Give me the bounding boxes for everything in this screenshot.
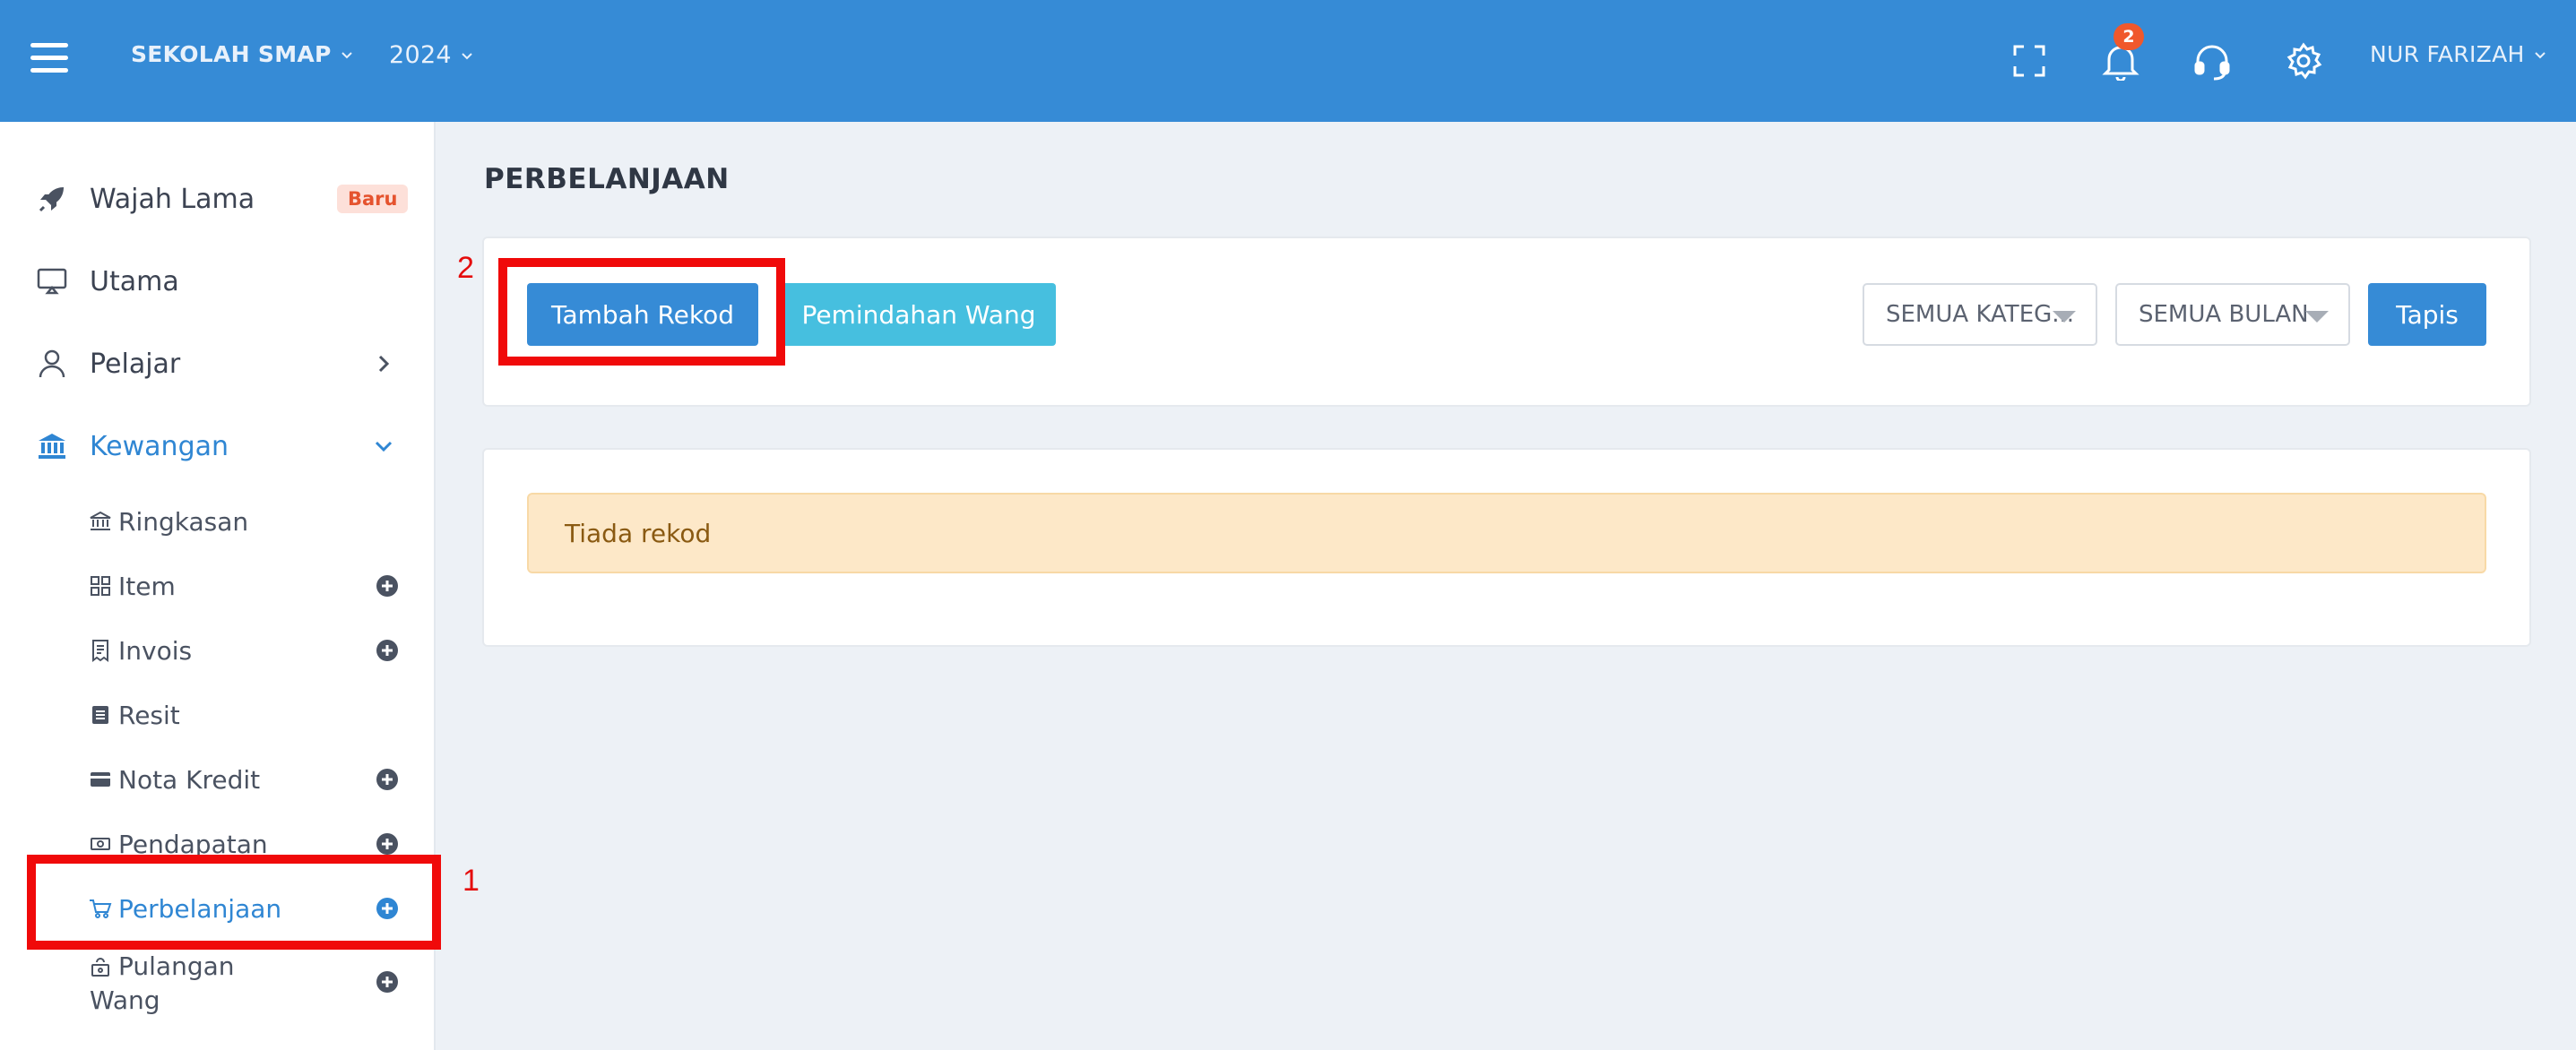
cash-icon bbox=[88, 831, 113, 856]
grid-icon bbox=[88, 573, 113, 598]
school-selector[interactable]: SEKOLAH SMAP bbox=[131, 41, 353, 67]
sidebar-subitem-ringkasan[interactable]: Ringkasan bbox=[0, 495, 436, 548]
sidebar-item-wajah-lama[interactable]: Wajah Lama Baru bbox=[0, 163, 436, 235]
monitor-icon bbox=[36, 265, 68, 297]
plus-circle-icon[interactable] bbox=[375, 573, 400, 598]
new-badge: Baru bbox=[337, 185, 409, 213]
plus-circle-icon[interactable] bbox=[375, 831, 400, 856]
menu-icon[interactable] bbox=[30, 43, 68, 73]
filter-button[interactable]: Tapis bbox=[2368, 283, 2486, 346]
empty-records-alert: Tiada rekod bbox=[527, 493, 2486, 573]
sidebar-subitem-invois[interactable]: Invois bbox=[0, 624, 436, 677]
chevron-down-icon bbox=[341, 51, 352, 58]
user-menu[interactable]: NUR FARIZAH bbox=[2370, 41, 2546, 67]
page-title: PERBELANJAAN bbox=[484, 163, 730, 195]
sidebar-item-utama[interactable]: Utama bbox=[0, 245, 436, 317]
sidebar-item-label: Wajah Lama bbox=[90, 183, 255, 215]
plus-circle-icon[interactable] bbox=[375, 969, 400, 994]
rocket-icon bbox=[36, 183, 68, 215]
sidebar-item-label: Kewangan bbox=[90, 430, 229, 462]
annotation-label-1: 1 bbox=[462, 864, 480, 898]
sidebar-subitem-label: Resit bbox=[118, 700, 180, 730]
user-name: NUR FARIZAH bbox=[2370, 41, 2525, 67]
chevron-down-icon bbox=[462, 52, 472, 59]
annotation-box-2 bbox=[498, 258, 785, 366]
sidebar-subitem-label: Ringkasan bbox=[118, 506, 249, 537]
chevron-down-icon bbox=[375, 441, 393, 452]
month-select-value: SEMUA BULAN bbox=[2139, 301, 2309, 328]
sidebar-subitem-nota-kredit[interactable]: Nota Kredit bbox=[0, 753, 436, 806]
sidebar-item-kewangan[interactable]: Kewangan bbox=[0, 410, 436, 482]
user-icon bbox=[36, 348, 68, 380]
year-selector[interactable]: 2024 bbox=[389, 41, 473, 69]
bank-icon bbox=[36, 430, 68, 462]
notification-badge: 2 bbox=[2114, 23, 2144, 50]
plus-circle-icon[interactable] bbox=[375, 767, 400, 792]
chevron-down-icon bbox=[2534, 51, 2546, 58]
headset-icon[interactable] bbox=[2187, 36, 2237, 86]
plus-circle-icon[interactable] bbox=[375, 638, 400, 663]
category-select[interactable]: SEMUA KATEG... bbox=[1863, 283, 2097, 346]
category-select-value: SEMUA KATEG... bbox=[1886, 301, 2075, 328]
fullscreen-icon[interactable] bbox=[2004, 36, 2054, 86]
top-bar: SEKOLAH SMAP 2024 2 NUR FARIZAH bbox=[0, 0, 2576, 122]
sidebar-subitem-label: Invois bbox=[118, 635, 193, 666]
invoice-icon bbox=[88, 638, 113, 663]
sidebar-item-label: Utama bbox=[90, 265, 179, 297]
sidebar-subitem-item[interactable]: Item bbox=[0, 559, 436, 613]
gear-icon[interactable] bbox=[2278, 36, 2329, 86]
refund-icon bbox=[88, 955, 113, 980]
annotation-label-2: 2 bbox=[457, 251, 474, 285]
sidebar-item-pelajar[interactable]: Pelajar bbox=[0, 328, 436, 400]
transfer-money-button[interactable]: Pemindahan Wang bbox=[782, 283, 1056, 346]
caret-down-icon bbox=[2305, 311, 2329, 323]
sidebar-subitem-pulangan-wang[interactable]: Pulangan Wang bbox=[0, 946, 436, 1018]
bank-small-icon bbox=[88, 509, 113, 534]
school-name: SEKOLAH SMAP bbox=[131, 41, 332, 67]
chevron-right-icon bbox=[378, 355, 390, 373]
year-value: 2024 bbox=[389, 41, 452, 69]
caret-down-icon bbox=[2053, 311, 2076, 323]
receipt-icon bbox=[88, 702, 113, 727]
sidebar-item-label: Pelajar bbox=[90, 348, 181, 380]
sidebar-subitem-label: Pulangan bbox=[118, 951, 235, 981]
sidebar-subitem-resit[interactable]: Resit bbox=[0, 688, 436, 742]
annotation-box-1 bbox=[27, 855, 441, 950]
month-select[interactable]: SEMUA BULAN bbox=[2115, 283, 2350, 346]
sidebar-subitem-label-line2: Wang bbox=[90, 985, 160, 1015]
sidebar-subitem-label: Item bbox=[118, 571, 176, 601]
card-icon bbox=[88, 767, 113, 792]
sidebar-subitem-label: Nota Kredit bbox=[118, 764, 261, 795]
